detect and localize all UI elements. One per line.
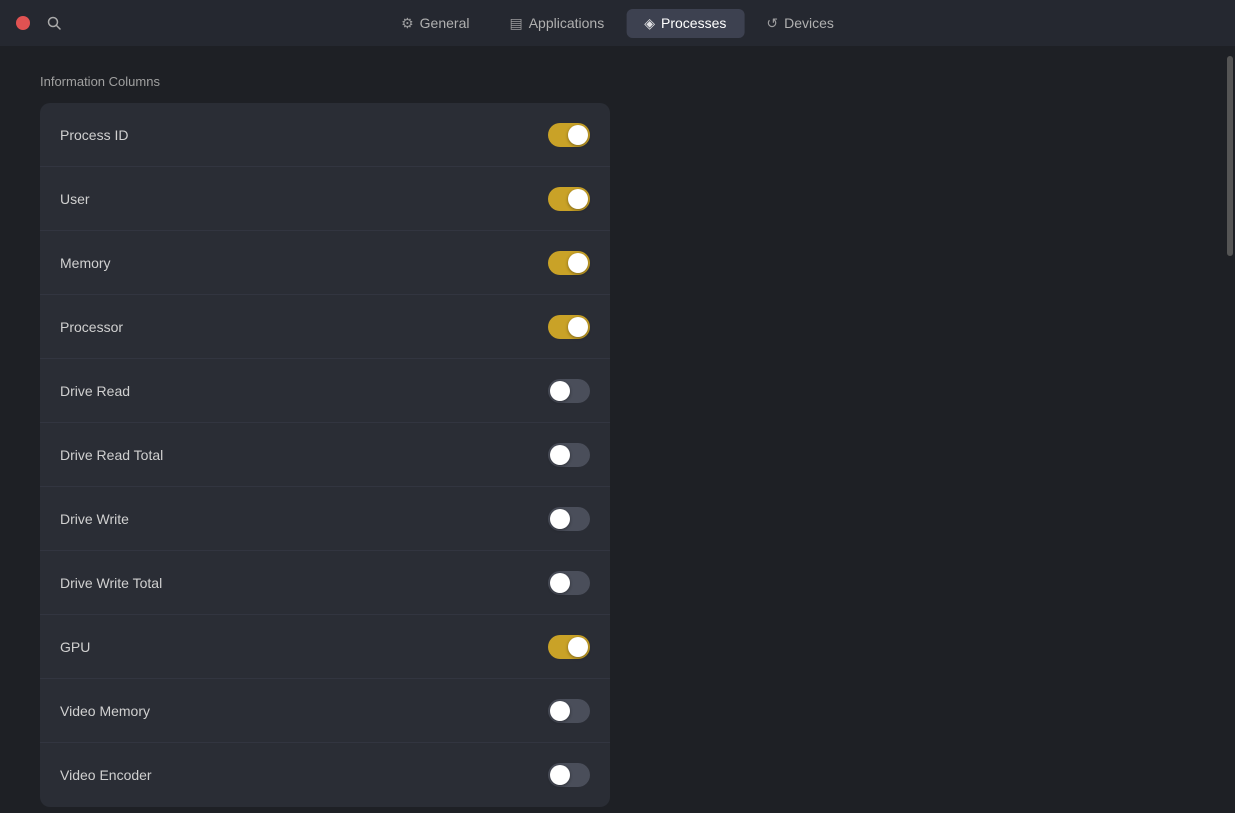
tab-label-general: General	[420, 15, 470, 31]
row-user: User	[40, 167, 610, 231]
label-drive-write-total: Drive Write Total	[60, 575, 162, 591]
window-controls	[16, 15, 62, 31]
label-memory: Memory	[60, 255, 111, 271]
row-drive-write-total: Drive Write Total	[40, 551, 610, 615]
row-memory: Memory	[40, 231, 610, 295]
toggle-knob-gpu	[568, 637, 588, 657]
toggle-knob-video-memory	[550, 701, 570, 721]
devices-icon: ↺	[766, 15, 778, 32]
toggle-knob-drive-read	[550, 381, 570, 401]
label-drive-read-total: Drive Read Total	[60, 447, 163, 463]
toggle-knob-processor	[568, 317, 588, 337]
section-title: Information Columns	[40, 74, 1183, 89]
label-process-id: Process ID	[60, 127, 128, 143]
toggle-process-id[interactable]	[548, 123, 590, 147]
label-drive-read: Drive Read	[60, 383, 130, 399]
processes-icon: ◈	[644, 15, 655, 32]
label-processor: Processor	[60, 319, 123, 335]
general-icon: ⚙	[401, 15, 414, 32]
toggle-knob-drive-read-total	[550, 445, 570, 465]
label-drive-write: Drive Write	[60, 511, 129, 527]
toggle-video-memory[interactable]	[548, 699, 590, 723]
label-video-memory: Video Memory	[60, 703, 150, 719]
toggle-drive-write-total[interactable]	[548, 571, 590, 595]
tab-processes[interactable]: ◈ Processes	[626, 9, 744, 38]
row-gpu: GPU	[40, 615, 610, 679]
toggle-knob-video-encoder	[550, 765, 570, 785]
toggle-knob-drive-write	[550, 509, 570, 529]
toggle-drive-read-total[interactable]	[548, 443, 590, 467]
toggle-gpu[interactable]	[548, 635, 590, 659]
label-video-encoder: Video Encoder	[60, 767, 152, 783]
tab-label-applications: Applications	[529, 15, 605, 31]
toggle-knob-memory	[568, 253, 588, 273]
scrollbar-track[interactable]	[1223, 46, 1235, 813]
nav-tabs: ⚙ General ▤ Applications ◈ Processes ↺ Devices	[383, 9, 852, 38]
row-processor: Processor	[40, 295, 610, 359]
close-button[interactable]	[16, 16, 30, 30]
label-gpu: GPU	[60, 639, 90, 655]
scrollbar-thumb	[1227, 56, 1233, 256]
toggle-user[interactable]	[548, 187, 590, 211]
toggle-drive-write[interactable]	[548, 507, 590, 531]
content-area: Information Columns Process ID User Memory…	[0, 46, 1223, 813]
row-video-memory: Video Memory	[40, 679, 610, 743]
toggle-knob-process-id	[568, 125, 588, 145]
row-drive-read: Drive Read	[40, 359, 610, 423]
label-user: User	[60, 191, 90, 207]
main-content: Information Columns Process ID User Memory…	[0, 46, 1235, 813]
titlebar: ⚙ General ▤ Applications ◈ Processes ↺ Devices	[0, 0, 1235, 46]
toggle-memory[interactable]	[548, 251, 590, 275]
tab-applications[interactable]: ▤ Applications	[491, 9, 622, 38]
row-process-id: Process ID	[40, 103, 610, 167]
row-drive-read-total: Drive Read Total	[40, 423, 610, 487]
toggle-drive-read[interactable]	[548, 379, 590, 403]
tab-label-processes: Processes	[661, 15, 726, 31]
search-button[interactable]	[46, 15, 62, 31]
tab-devices[interactable]: ↺ Devices	[748, 9, 852, 38]
toggle-processor[interactable]	[548, 315, 590, 339]
tab-general[interactable]: ⚙ General	[383, 9, 487, 38]
applications-icon: ▤	[509, 15, 522, 32]
toggle-knob-drive-write-total	[550, 573, 570, 593]
settings-card: Process ID User Memory Processor Drive Read D…	[40, 103, 610, 807]
tab-label-devices: Devices	[784, 15, 834, 31]
row-drive-write: Drive Write	[40, 487, 610, 551]
row-video-encoder: Video Encoder	[40, 743, 610, 807]
toggle-video-encoder[interactable]	[548, 763, 590, 787]
toggle-knob-user	[568, 189, 588, 209]
